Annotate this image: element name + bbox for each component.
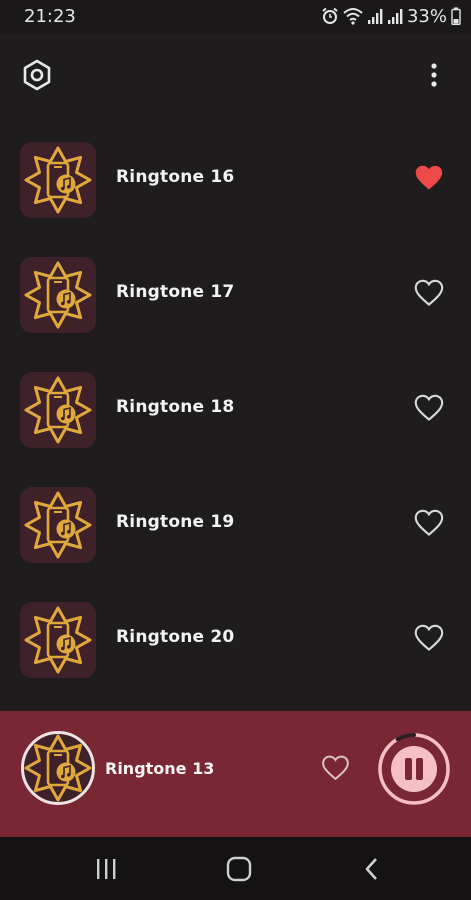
favorite-button[interactable]: [412, 508, 446, 540]
status-icons: 33%: [321, 5, 461, 27]
ringtone-item[interactable]: Ringtone 16: [0, 125, 471, 225]
ringtone-item[interactable]: Ringtone 18: [0, 355, 471, 455]
ringtone-thumbnail: [20, 257, 96, 333]
ringtone-thumbnail: [20, 372, 96, 448]
ringtone-title: Ringtone 18: [116, 397, 235, 417]
top-bar: [0, 34, 471, 114]
now-playing-title: Ringtone 13: [105, 759, 215, 778]
ringtone-title: Ringtone 17: [116, 282, 235, 302]
heart-outline-icon: [414, 509, 444, 536]
recents-button[interactable]: [91, 855, 121, 883]
favorite-button[interactable]: [412, 163, 446, 195]
ringtone-emblem-icon: [24, 606, 92, 674]
recents-icon: [97, 859, 116, 879]
ringtone-title: Ringtone 19: [116, 512, 235, 532]
back-icon: [365, 858, 377, 880]
heart-outline-icon: [414, 394, 444, 421]
status-time: 21:23: [24, 6, 76, 27]
settings-hexagon-icon: [23, 59, 51, 91]
heart-outline-icon: [414, 624, 444, 651]
ringtone-title: Ringtone 20: [116, 627, 235, 647]
progress-arc: [395, 733, 416, 742]
ringtone-emblem-icon: [24, 261, 92, 329]
now-playing-bar[interactable]: Ringtone 13: [0, 711, 471, 837]
more-options-button[interactable]: [422, 59, 446, 91]
battery-percent: 33%: [406, 5, 447, 27]
ringtone-emblem-icon: [24, 491, 92, 559]
favorite-button[interactable]: [412, 623, 446, 655]
settings-button[interactable]: [20, 58, 54, 92]
status-bar: 21:23 33%: [0, 0, 471, 34]
heart-outline-icon: [414, 279, 444, 306]
ringtone-emblem-icon: [24, 734, 92, 802]
ringtone-thumbnail: [20, 142, 96, 218]
back-button[interactable]: [357, 855, 387, 883]
ringtone-thumbnail: [20, 602, 96, 678]
now-playing-artwork: [21, 731, 95, 805]
home-button[interactable]: [224, 855, 254, 883]
heart-filled-icon: [415, 165, 443, 190]
playback-progress-ring: [378, 733, 450, 805]
ringtone-item[interactable]: Ringtone 19: [0, 470, 471, 570]
ringtone-item[interactable]: Ringtone 17: [0, 240, 471, 340]
signal-icon: [387, 7, 403, 25]
favorite-button[interactable]: [412, 393, 446, 425]
ringtone-thumbnail: [20, 487, 96, 563]
ringtone-item[interactable]: Ringtone 20: [0, 585, 471, 685]
ringtone-title: Ringtone 16: [116, 167, 235, 187]
ringtone-emblem-icon: [24, 146, 92, 214]
heart-outline-icon: [322, 755, 349, 780]
home-icon: [226, 856, 252, 882]
alarm-icon: [321, 7, 339, 25]
more-vertical-icon: [431, 63, 437, 87]
ringtone-emblem-icon: [24, 376, 92, 444]
signal-icon: [367, 7, 383, 25]
system-nav-bar: [0, 837, 471, 900]
play-pause-button[interactable]: [376, 731, 452, 807]
wifi-icon: [343, 7, 363, 25]
now-playing-favorite-button[interactable]: [319, 754, 352, 784]
favorite-button[interactable]: [412, 278, 446, 310]
battery-icon: [451, 7, 461, 25]
